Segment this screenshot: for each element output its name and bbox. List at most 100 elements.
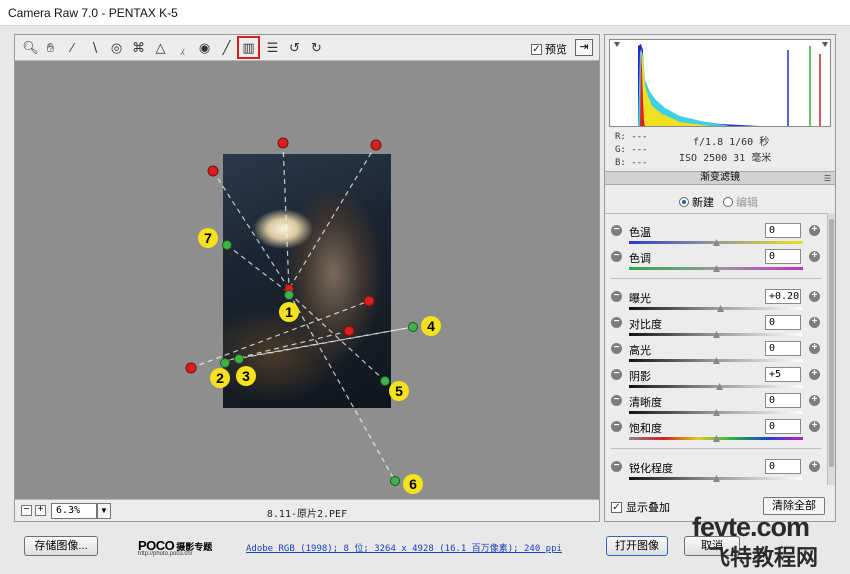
slider-highlights[interactable]: − 高光 0 +: [605, 340, 827, 366]
mode-new-radio[interactable]: 新建: [679, 194, 714, 210]
radio-icon[interactable]: [679, 197, 689, 207]
open-image-button[interactable]: 打开图像: [606, 536, 668, 556]
red-pin: [277, 137, 289, 149]
slider-shadows[interactable]: − 阴影 +5 +: [605, 366, 827, 392]
red-pin: [370, 139, 382, 151]
plus-icon[interactable]: +: [809, 343, 820, 354]
slider-value[interactable]: +5: [765, 367, 801, 382]
minus-icon[interactable]: −: [611, 343, 622, 354]
green-readout: G: ---: [615, 145, 648, 155]
color-sampler-icon[interactable]: ∖: [85, 38, 104, 57]
slider-clarity[interactable]: − 清晰度 0 +: [605, 392, 827, 418]
slider-exposure[interactable]: − 曝光 +0.20 +: [605, 288, 827, 314]
minus-icon[interactable]: −: [611, 421, 622, 432]
green-pin: [390, 476, 400, 486]
slider-value[interactable]: 0: [765, 419, 801, 434]
slider-value[interactable]: 0: [765, 223, 801, 238]
plus-icon[interactable]: +: [809, 291, 820, 302]
slider-sharpness[interactable]: − 锐化程度 0 +: [605, 458, 827, 484]
slider-track[interactable]: [629, 307, 803, 310]
preferences-icon[interactable]: ☰: [263, 38, 282, 57]
target-adjust-icon[interactable]: ◎: [107, 38, 126, 57]
rgb-readout: R: --- G: --- B: ---: [615, 131, 648, 170]
preview-toggle[interactable]: ✓ 预览: [531, 41, 567, 57]
spot-removal-icon[interactable]: ⁁: [173, 38, 192, 57]
site-watermark: fevte.com 飞特教程网: [688, 510, 844, 570]
radio-icon[interactable]: [723, 197, 733, 207]
poco-logo: POCO 摄影专题 http://photo.poco.cn/: [138, 538, 212, 557]
crop-icon[interactable]: ⌘: [129, 38, 148, 57]
slider-label: 清晰度: [629, 397, 662, 409]
show-overlay-toggle[interactable]: ✓ 显示叠加: [611, 499, 670, 515]
plus-icon[interactable]: +: [809, 395, 820, 406]
slider-saturation[interactable]: − 饱和度 0 +: [605, 418, 827, 444]
plus-icon[interactable]: +: [809, 251, 820, 262]
graduated-filter-icon[interactable]: ▥: [237, 36, 260, 59]
minus-icon[interactable]: −: [611, 251, 622, 262]
slider-scrollbar[interactable]: [827, 213, 835, 485]
preview-label: 预览: [545, 44, 567, 56]
guide-line: [288, 144, 377, 290]
plus-icon[interactable]: +: [809, 225, 820, 236]
green-pin: [284, 290, 294, 300]
slider-track[interactable]: [629, 385, 803, 388]
adjustment-panel: R: --- G: --- B: --- f/1.8 1/60 秒 ISO 25…: [604, 34, 836, 522]
guide-line: [212, 170, 290, 290]
slider-label: 饱和度: [629, 423, 662, 435]
red-eye-icon[interactable]: ◉: [195, 38, 214, 57]
adjustment-brush-icon[interactable]: ╱: [217, 38, 236, 57]
step-marker-1: 1: [285, 304, 293, 320]
panel-menu-icon[interactable]: ☰: [824, 173, 831, 185]
green-pin: [222, 240, 232, 250]
step-marker-3: 3: [242, 368, 250, 384]
gradient-overlay[interactable]: 1 2 3 4 5 6 7: [15, 61, 599, 499]
slider-value[interactable]: 0: [765, 341, 801, 356]
slider-value[interactable]: 0: [765, 315, 801, 330]
preview-canvas[interactable]: 1 2 3 4 5 6 7: [15, 61, 599, 499]
plus-icon[interactable]: +: [809, 461, 820, 472]
red-pin: [185, 362, 197, 374]
green-pin: [220, 358, 230, 368]
guide-line: [288, 292, 396, 482]
image-filename: 8.11-原片2.PEF: [266, 509, 348, 520]
slider-value[interactable]: 0: [765, 393, 801, 408]
minus-icon[interactable]: −: [611, 225, 622, 236]
show-overlay-checkbox[interactable]: ✓: [611, 501, 622, 513]
plus-icon[interactable]: +: [809, 369, 820, 380]
slider-value[interactable]: +0.20: [765, 289, 801, 304]
step-marker-4: 4: [427, 318, 435, 334]
fullscreen-button[interactable]: ⇥: [575, 39, 593, 56]
slider-value[interactable]: 0: [765, 459, 801, 474]
save-image-button[interactable]: 存储图像...: [24, 536, 98, 556]
mode-new-label: 新建: [692, 197, 714, 209]
preview-checkbox[interactable]: ✓: [531, 43, 542, 55]
zoom-bar: − + 6.3% ▼ 8.11-原片2.PEF: [15, 499, 599, 521]
plus-icon[interactable]: +: [809, 317, 820, 328]
rotate-left-icon[interactable]: ↺: [285, 38, 304, 57]
blue-readout: B: ---: [615, 158, 648, 168]
red-pin: [363, 295, 375, 307]
hand-icon[interactable]: ✋︎: [41, 38, 60, 57]
slider-tint[interactable]: − 色调 0 +: [605, 248, 827, 274]
red-readout: R: ---: [615, 132, 648, 142]
minus-icon[interactable]: −: [611, 395, 622, 406]
minus-icon[interactable]: −: [611, 461, 622, 472]
white-balance-icon[interactable]: ∕: [63, 38, 82, 57]
rotate-right-icon[interactable]: ↻: [307, 38, 326, 57]
slider-list: − 色温 0 + − 色调 0 + − 曝光 +0.20 + − 对比度 0 +…: [605, 213, 827, 485]
slider-label: 色调: [629, 253, 651, 265]
minus-icon[interactable]: −: [611, 317, 622, 328]
toolbar: 🔍︎ ✋︎ ∕ ∖ ◎ ⌘ △ ⁁ ◉ ╱ ▥ ☰ ↺ ↻ ✓ 预览 ⇥: [15, 35, 599, 61]
slider-value[interactable]: 0: [765, 249, 801, 264]
slider-contrast[interactable]: − 对比度 0 +: [605, 314, 827, 340]
scrollbar-thumb[interactable]: [829, 219, 834, 467]
zoom-icon[interactable]: 🔍︎: [21, 38, 40, 57]
mode-edit-radio[interactable]: 编辑: [723, 194, 758, 210]
minus-icon[interactable]: −: [611, 291, 622, 302]
minus-icon[interactable]: −: [611, 369, 622, 380]
plus-icon[interactable]: +: [809, 421, 820, 432]
workflow-options-link[interactable]: Adobe RGB (1998); 8 位; 3264 x 4928 (16.1…: [246, 541, 562, 554]
guide-line: [226, 244, 290, 294]
slider-temperature[interactable]: − 色温 0 +: [605, 222, 827, 248]
straighten-icon[interactable]: △: [151, 38, 170, 57]
